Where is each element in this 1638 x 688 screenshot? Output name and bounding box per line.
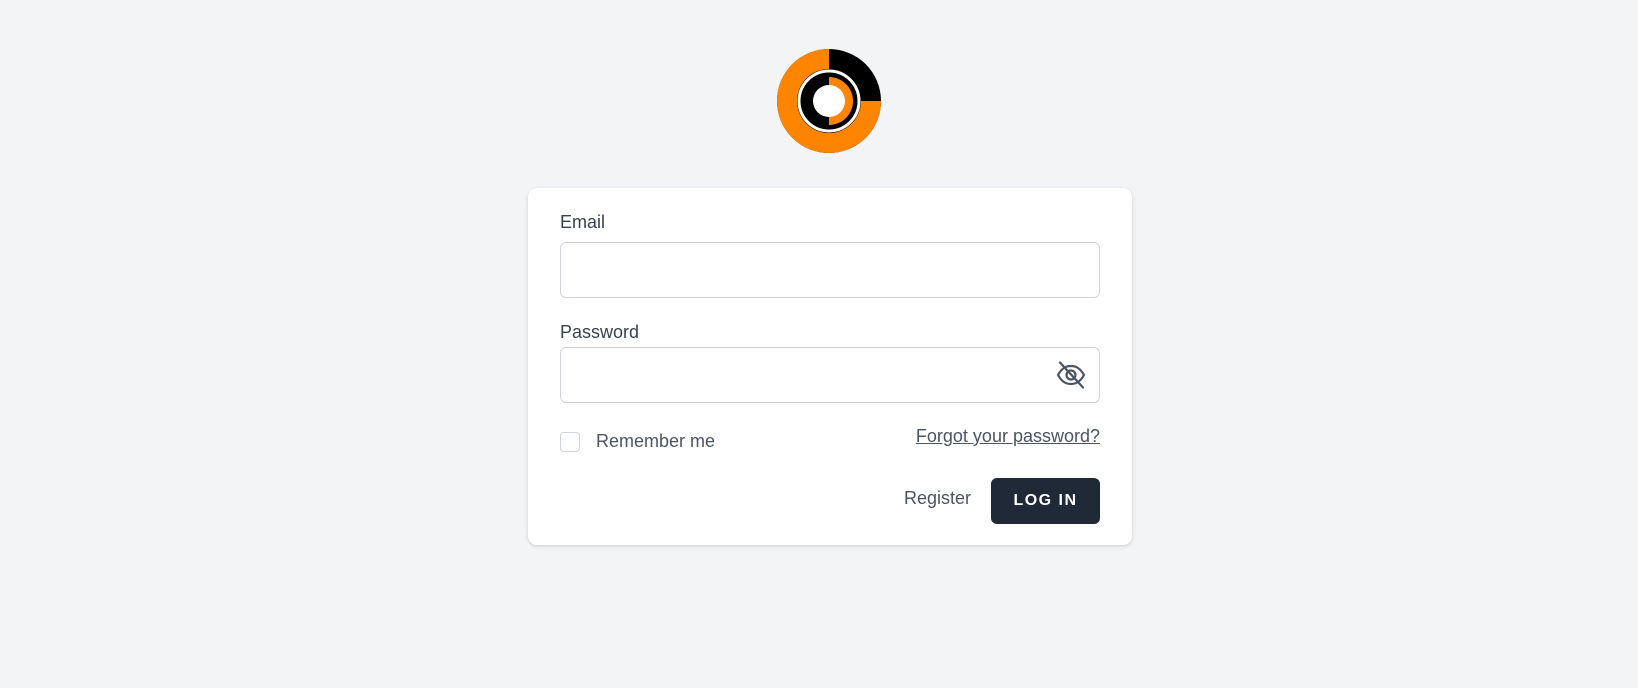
register-link[interactable]: Register — [904, 488, 971, 509]
remember-me-label: Remember me — [596, 431, 716, 451]
login-card: Email Password Remember me Forgot your p… — [528, 188, 1132, 545]
eye-off-icon[interactable] — [1056, 361, 1086, 389]
remember-me: Remember me — [560, 431, 715, 452]
email-field[interactable] — [560, 242, 1100, 298]
email-label: Email — [560, 212, 606, 232]
password-label: Password — [560, 322, 640, 342]
forgot-password-link[interactable]: Forgot your password? — [916, 426, 1100, 447]
password-field[interactable] — [560, 347, 1100, 403]
remember-me-checkbox[interactable] — [560, 431, 580, 452]
app-logo — [777, 49, 881, 153]
login-button[interactable]: LOG IN — [991, 478, 1100, 524]
logo-icon — [777, 49, 881, 153]
